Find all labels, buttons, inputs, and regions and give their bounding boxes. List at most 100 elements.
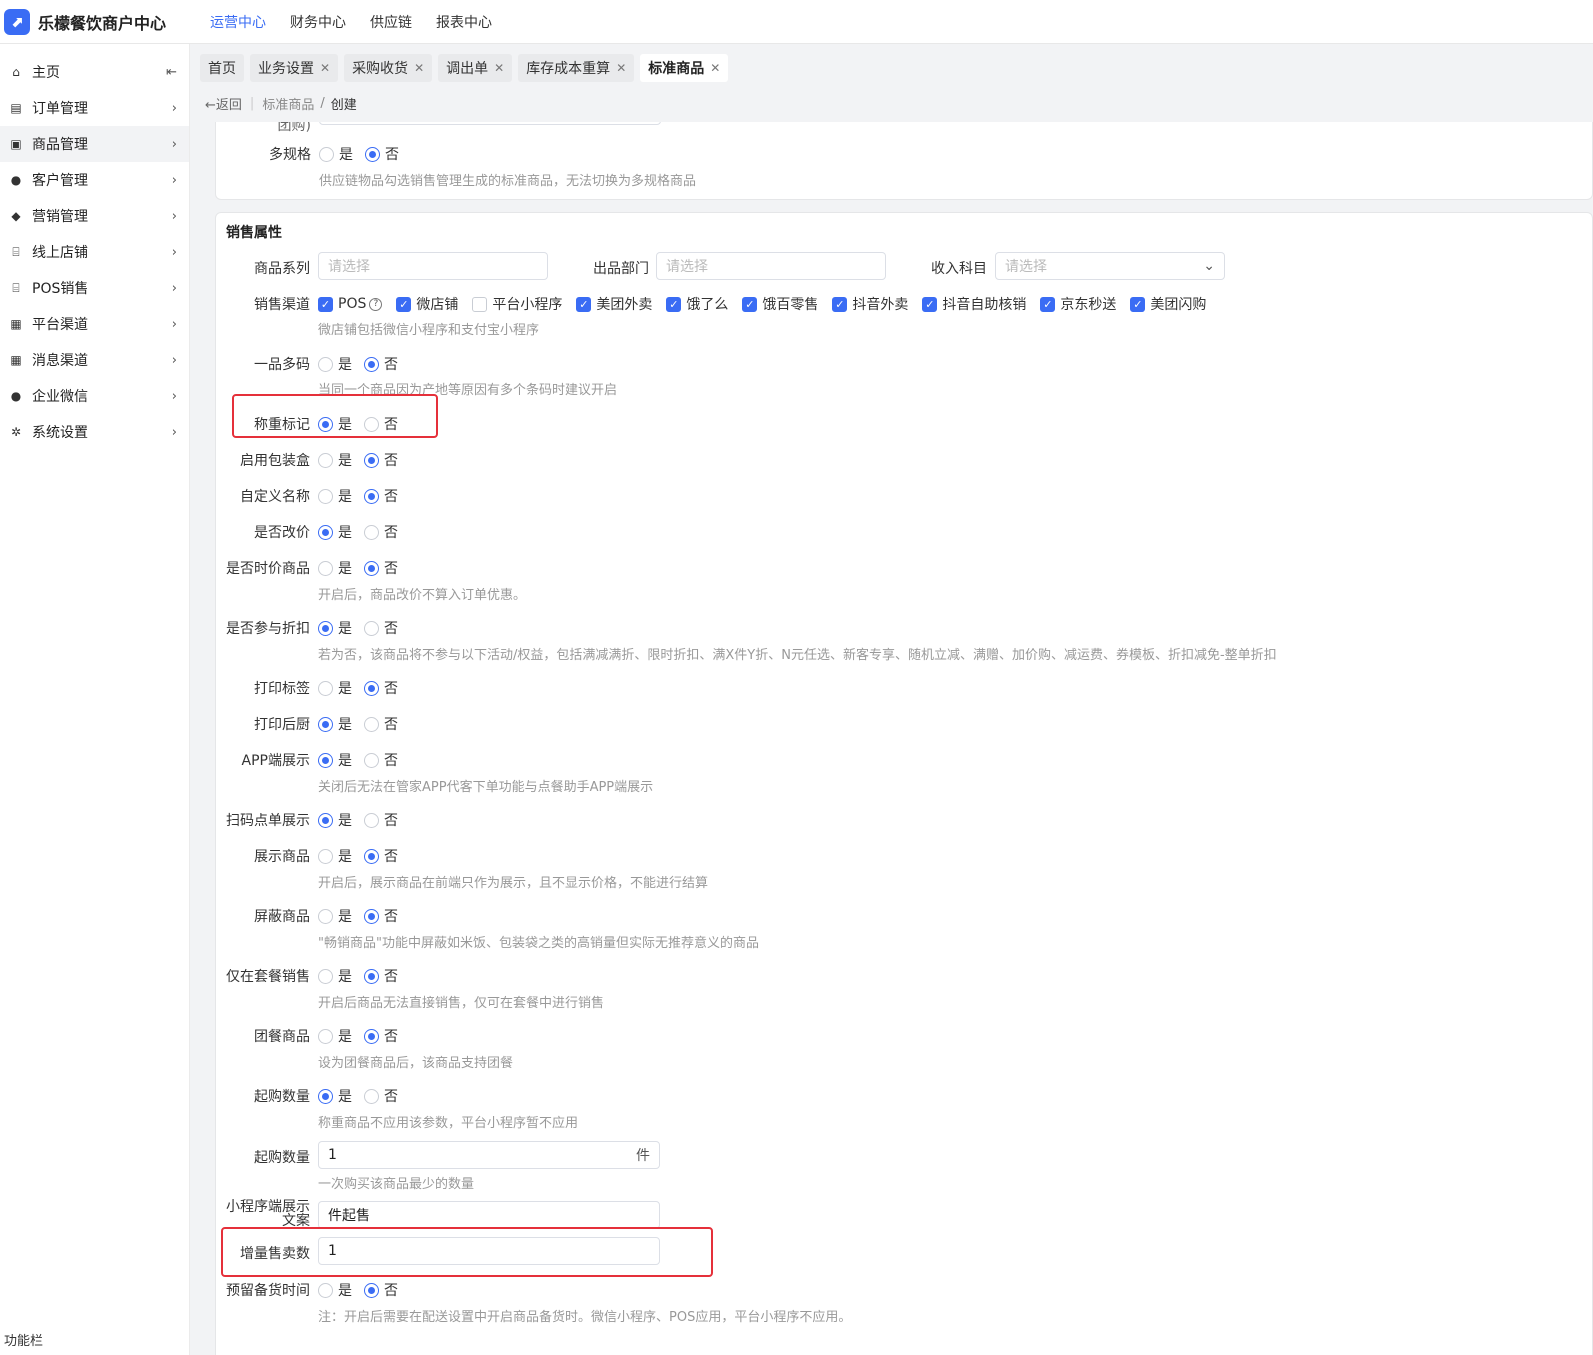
channel-meituan-flash[interactable]: ✓ 美团闪购 bbox=[1130, 294, 1206, 314]
multi-code-radio: 是 否 bbox=[318, 354, 410, 374]
radio-yes[interactable]: 是 bbox=[318, 1026, 352, 1046]
radio-label: 是 bbox=[338, 621, 352, 637]
collapse-icon[interactable]: ⇤ bbox=[166, 65, 177, 80]
radio-yes[interactable]: 是 bbox=[318, 714, 352, 734]
radio-no[interactable]: 否 bbox=[364, 1026, 398, 1046]
tab-inventory-cost[interactable]: 库存成本重算 ✕ bbox=[518, 54, 635, 82]
income-select[interactable]: 请选择 ⌄ bbox=[995, 252, 1225, 280]
channel-eleme[interactable]: ✓ 饿了么 bbox=[666, 294, 728, 314]
breadcrumb-parent[interactable]: 标准商品 bbox=[262, 94, 314, 113]
back-button[interactable]: ←返回 bbox=[205, 94, 242, 113]
channel-jd[interactable]: ✓ 京东秒送 bbox=[1040, 294, 1116, 314]
close-icon[interactable]: ✕ bbox=[616, 61, 626, 75]
dept-select[interactable]: 请选择 bbox=[656, 252, 886, 280]
form-content[interactable]: 团购) 多规格 是 否 供应链物品勾选销售管理生成的标准商品，无法切换为多规格商… bbox=[215, 122, 1593, 1355]
multi-spec-hint: 供应链物品勾选销售管理生成的标准商品，无法切换为多规格商品 bbox=[319, 174, 697, 189]
sidebar-item-orders[interactable]: ▤ 订单管理 › bbox=[0, 90, 189, 126]
app-title: 乐檬餐饮商户中心 bbox=[38, 13, 167, 33]
radio-no[interactable]: 否 bbox=[364, 414, 398, 434]
increment-input[interactable]: 1 bbox=[318, 1237, 660, 1265]
channel-platform-miniapp[interactable]: 平台小程序 bbox=[472, 294, 562, 314]
radio-no[interactable]: 否 bbox=[364, 846, 398, 866]
radio-yes[interactable]: 是 bbox=[318, 522, 352, 542]
radio-yes[interactable]: 是 bbox=[318, 1280, 352, 1300]
channel-douyin-self[interactable]: ✓ 抖音自助核销 bbox=[922, 294, 1026, 314]
tab-home[interactable]: 首页 bbox=[200, 54, 244, 82]
app-logo[interactable]: ⬈ 乐檬餐饮商户中心 bbox=[0, 8, 210, 35]
close-icon[interactable]: ✕ bbox=[320, 61, 330, 75]
sidebar-item-goods[interactable]: ▣ 商品管理 › bbox=[0, 126, 189, 162]
radio-yes[interactable]: 是 bbox=[318, 1086, 352, 1106]
goods-icon: ▣ bbox=[10, 137, 22, 151]
channel-douyin-takeout[interactable]: ✓ 抖音外卖 bbox=[832, 294, 908, 314]
channel-ebai[interactable]: ✓ 饿百零售 bbox=[742, 294, 818, 314]
sidebar-footer[interactable]: 功能栏 bbox=[4, 1330, 43, 1349]
radio-yes[interactable]: 是 bbox=[319, 144, 353, 164]
series-select[interactable]: 请选择 bbox=[318, 252, 548, 280]
min-qty-input[interactable]: 1件 bbox=[318, 1141, 660, 1169]
radio-no[interactable]: 否 bbox=[364, 1280, 398, 1300]
radio-no[interactable]: 否 bbox=[364, 450, 398, 470]
radio-no[interactable]: 否 bbox=[364, 354, 398, 374]
radio-no[interactable]: 否 bbox=[364, 678, 398, 698]
sidebar-item-message-channels[interactable]: ▦ 消息渠道 › bbox=[0, 342, 189, 378]
radio-yes[interactable]: 是 bbox=[318, 414, 352, 434]
radio-no[interactable]: 否 bbox=[364, 486, 398, 506]
partial-field-input[interactable] bbox=[319, 122, 661, 125]
check-icon: ✓ bbox=[396, 296, 412, 312]
radio-no[interactable]: 否 bbox=[364, 618, 398, 638]
radio-no[interactable]: 否 bbox=[364, 810, 398, 830]
radio-yes[interactable]: 是 bbox=[318, 810, 352, 830]
tab-purchase-receipt[interactable]: 采购收货 ✕ bbox=[344, 54, 433, 82]
tab-transfer-out[interactable]: 调出单 ✕ bbox=[438, 54, 513, 82]
sidebar-item-settings[interactable]: ✲ 系统设置 › bbox=[0, 414, 189, 450]
display-hint: 开启后，展示商品在前端只作为展示，且不显示价格，不能进行结算 bbox=[318, 876, 709, 891]
dept-label: 出品部门 bbox=[593, 261, 649, 277]
close-icon[interactable]: ✕ bbox=[710, 61, 720, 75]
sidebar-item-wecom[interactable]: ● 企业微信 › bbox=[0, 378, 189, 414]
close-icon[interactable]: ✕ bbox=[494, 61, 504, 75]
radio-yes[interactable]: 是 bbox=[318, 354, 352, 374]
radio-dot bbox=[364, 452, 379, 468]
channel-micro-store[interactable]: ✓ 微店铺 bbox=[396, 294, 458, 314]
sidebar-item-home[interactable]: ⌂ 主页 ⇤ bbox=[0, 54, 189, 90]
basic-info-card: 团购) 多规格 是 否 供应链物品勾选销售管理生成的标准商品，无法切换为多规格商… bbox=[215, 122, 1593, 200]
radio-yes[interactable]: 是 bbox=[318, 678, 352, 698]
radio-yes[interactable]: 是 bbox=[318, 486, 352, 506]
sidebar-item-online-store[interactable]: ⌸ 线上店铺 › bbox=[0, 234, 189, 270]
tab-standard-goods[interactable]: 标准商品 ✕ bbox=[640, 54, 729, 82]
topnav-reports[interactable]: 报表中心 bbox=[436, 12, 492, 32]
tab-business-settings[interactable]: 业务设置 ✕ bbox=[250, 54, 339, 82]
radio-yes[interactable]: 是 bbox=[318, 618, 352, 638]
radio-yes[interactable]: 是 bbox=[318, 846, 352, 866]
topnav-supply-chain[interactable]: 供应链 bbox=[370, 12, 412, 32]
radio-no[interactable]: 否 bbox=[364, 558, 398, 578]
radio-no[interactable]: 否 bbox=[364, 966, 398, 986]
radio-yes[interactable]: 是 bbox=[318, 558, 352, 578]
check-icon: ✓ bbox=[1130, 296, 1146, 312]
radio-yes[interactable]: 是 bbox=[318, 450, 352, 470]
radio-no[interactable]: 否 bbox=[364, 714, 398, 734]
radio-label: 是 bbox=[338, 1029, 352, 1045]
radio-no[interactable]: 否 bbox=[364, 906, 398, 926]
sidebar-item-platform-channels[interactable]: ▦ 平台渠道 › bbox=[0, 306, 189, 342]
sidebar-item-pos[interactable]: ⌸ POS销售 › bbox=[0, 270, 189, 306]
sidebar-item-customers[interactable]: ● 客户管理 › bbox=[0, 162, 189, 198]
close-icon[interactable]: ✕ bbox=[414, 61, 424, 75]
topnav-operations[interactable]: 运营中心 bbox=[210, 12, 266, 32]
radio-no[interactable]: 否 bbox=[364, 1086, 398, 1106]
topnav-finance[interactable]: 财务中心 bbox=[290, 12, 346, 32]
increment-label: 增量售卖数 bbox=[240, 1246, 310, 1262]
channel-pos[interactable]: ✓ POS? bbox=[318, 296, 383, 312]
radio-yes[interactable]: 是 bbox=[318, 906, 352, 926]
radio-yes[interactable]: 是 bbox=[318, 966, 352, 986]
radio-yes[interactable]: 是 bbox=[318, 750, 352, 770]
mini-text-input[interactable]: 件起售 bbox=[318, 1201, 660, 1229]
radio-no[interactable]: 否 bbox=[365, 144, 399, 164]
radio-no[interactable]: 否 bbox=[364, 750, 398, 770]
radio-no[interactable]: 否 bbox=[364, 522, 398, 542]
channel-meituan[interactable]: ✓ 美团外卖 bbox=[576, 294, 652, 314]
radio-label: 否 bbox=[384, 417, 398, 433]
question-icon[interactable]: ? bbox=[369, 297, 383, 311]
sidebar-item-marketing[interactable]: ◆ 营销管理 › bbox=[0, 198, 189, 234]
